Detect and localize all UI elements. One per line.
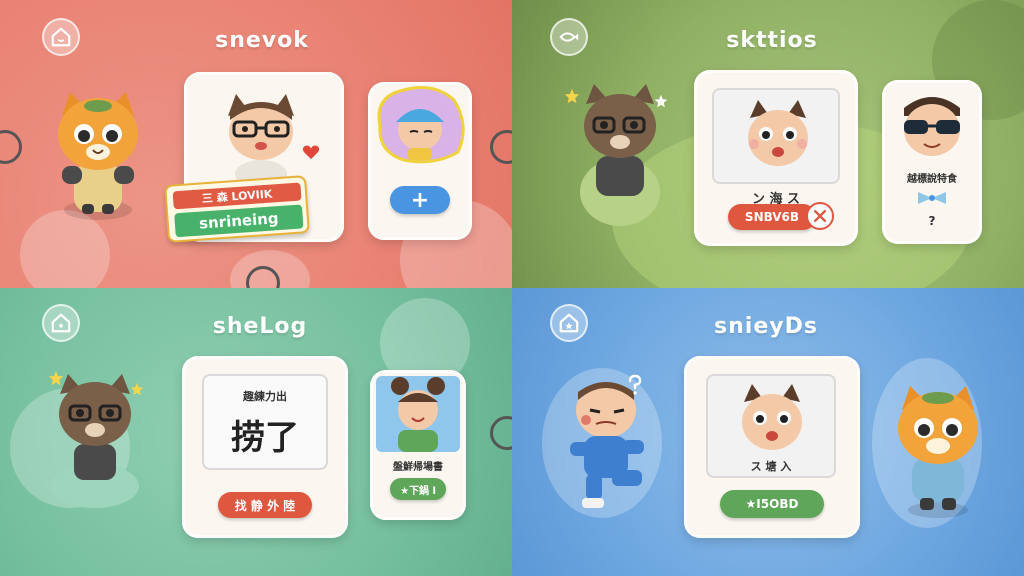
panel-green: skttios ン 海 ス SNBV6B 越標說特食 ? bbox=[512, 0, 1024, 288]
main-card[interactable]: ン 海 ス SNBV6B bbox=[694, 70, 858, 246]
star-icon bbox=[130, 382, 144, 396]
right-pill[interactable]: ★下鍋 l bbox=[390, 478, 446, 500]
card-caption: ス 塘 入 bbox=[750, 460, 792, 473]
boy-face-character bbox=[742, 384, 802, 450]
connector-ring bbox=[0, 130, 22, 164]
answer-pill[interactable]: ★I5OBD bbox=[720, 490, 824, 518]
word-display: 捞了 bbox=[231, 418, 299, 458]
main-card[interactable]: ス 塘 入 ★I5OBD bbox=[684, 356, 860, 538]
side-card[interactable]: 盤鮮帰場書 ★下鍋 l bbox=[370, 370, 466, 520]
star-icon bbox=[564, 88, 580, 104]
boy-face-character bbox=[748, 100, 808, 166]
panel-blue: snieyDs ス 塘 入 ★I5OBD bbox=[512, 288, 1024, 576]
fish-button[interactable] bbox=[550, 18, 588, 56]
question-icon bbox=[628, 374, 642, 395]
star-house-icon bbox=[559, 313, 579, 333]
banner-bottom-label: snrineing bbox=[174, 204, 304, 238]
main-card[interactable]: 趣練力出 捞了 找 静 外 陸 bbox=[182, 356, 348, 538]
home-button[interactable] bbox=[42, 304, 80, 342]
word-heading: 趣練力出 bbox=[243, 390, 287, 403]
name-banner[interactable]: 三 森 LOVIIK snrineing bbox=[164, 175, 310, 243]
question-mark: ? bbox=[928, 214, 936, 228]
side-card[interactable]: 越標說特食 ? bbox=[882, 80, 982, 244]
portrait-frame bbox=[712, 88, 840, 184]
orange-cat-character bbox=[898, 386, 978, 518]
girl-buns-character bbox=[376, 376, 460, 452]
house-icon bbox=[51, 27, 71, 47]
house-icon bbox=[51, 313, 71, 333]
answer-pill[interactable]: 找 静 外 陸 bbox=[218, 492, 312, 518]
panel-mint: sheLog 趣練力出 捞了 找 静 外 陸 盤鮮帰場書 ★下鍋 l bbox=[0, 288, 512, 576]
word-frame: 趣練力出 捞了 bbox=[202, 374, 328, 470]
panel-title: snieyDs bbox=[714, 314, 818, 339]
heart-icon bbox=[302, 145, 320, 160]
portrait-frame: ス 塘 入 bbox=[706, 374, 836, 478]
panel-title: snevok bbox=[215, 28, 309, 53]
star-icon bbox=[654, 94, 668, 108]
sunglasses-character bbox=[904, 97, 960, 156]
panel-title: sheLog bbox=[212, 314, 308, 339]
boy-blue-hat-character bbox=[377, 86, 465, 164]
close-button[interactable] bbox=[806, 202, 834, 230]
right-caption: 盤鮮帰場書 bbox=[393, 462, 443, 473]
quad-grid: snevok 三 森 LOVIIK snrineing + skttios ン … bbox=[0, 0, 1024, 576]
star-icon bbox=[48, 370, 64, 386]
panel-red: snevok 三 森 LOVIIK snrineing + bbox=[0, 0, 512, 288]
answer-pill[interactable]: SNBV6B bbox=[728, 204, 816, 230]
connector-ring bbox=[490, 130, 512, 164]
bow-icon bbox=[918, 192, 946, 204]
fish-icon bbox=[559, 32, 579, 42]
add-button[interactable]: + bbox=[390, 186, 450, 214]
right-caption: 越標說特食 bbox=[907, 174, 957, 185]
side-card[interactable]: + bbox=[368, 82, 472, 240]
close-icon bbox=[814, 210, 826, 222]
orange-cat-character bbox=[58, 92, 138, 220]
connector-ring bbox=[490, 416, 512, 450]
panel-title: skttios bbox=[726, 28, 818, 53]
home-button[interactable] bbox=[550, 304, 588, 342]
home-button[interactable] bbox=[42, 18, 80, 56]
